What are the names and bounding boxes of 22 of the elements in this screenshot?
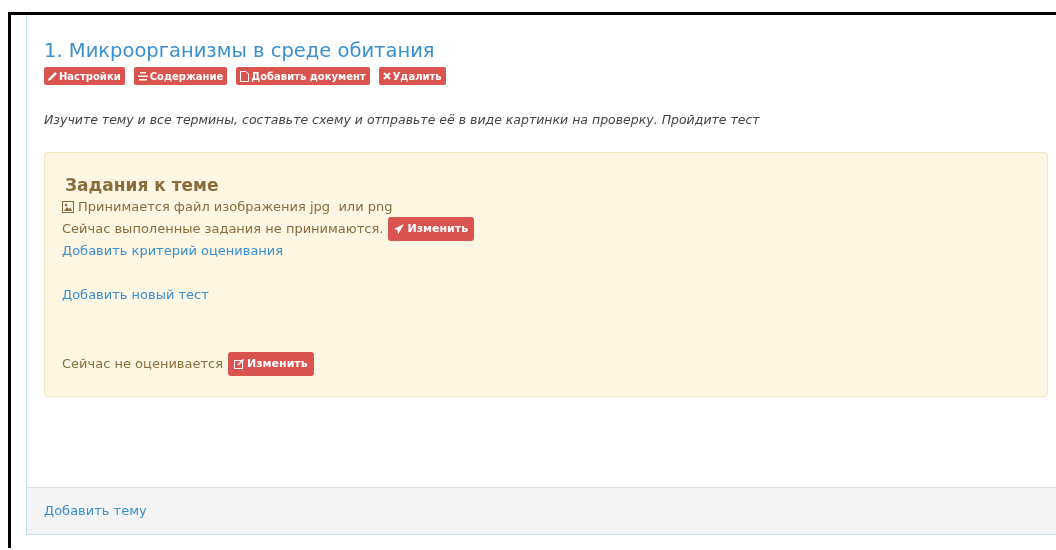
- document-icon: [240, 70, 250, 82]
- tasks-heading: Задания к теме: [65, 173, 220, 197]
- topic-action-button[interactable]: Содержание: [133, 67, 228, 85]
- file-type-note: Принимается файл изображения jpg или png: [78, 197, 393, 216]
- close-icon: [382, 72, 391, 80]
- topic-action-button[interactable]: Удалить: [378, 67, 446, 85]
- add-test-link[interactable]: Добавить новый тест: [62, 284, 209, 305]
- image-file-icon: [62, 200, 74, 213]
- add-criterion-link[interactable]: Добавить критерий оценивания: [62, 240, 284, 261]
- align-center-icon: [137, 71, 148, 81]
- submission-status: Сейчас выполенные задания не принимаются.: [62, 219, 384, 238]
- change-button[interactable]: Изменить: [388, 216, 475, 241]
- add-topic-link[interactable]: Добавить тему: [44, 501, 147, 521]
- topic-action-button[interactable]: Добавить документ: [236, 67, 370, 85]
- grading-status: Сейчас не оценивается: [62, 354, 223, 373]
- topic-action-button[interactable]: Настройки: [44, 67, 125, 85]
- pencil-icon: [48, 71, 57, 81]
- edit-icon: [234, 358, 244, 369]
- topic-title: 1. Микроорганизмы в среде обитания: [44, 38, 436, 64]
- topic-description: Изучите тему и все термины, составьте схему и отправьте её в виде картинки на проверку. Пройдите тест: [44, 111, 761, 129]
- change-button[interactable]: Изменить: [228, 351, 314, 376]
- paper-plane-icon: [394, 223, 405, 234]
